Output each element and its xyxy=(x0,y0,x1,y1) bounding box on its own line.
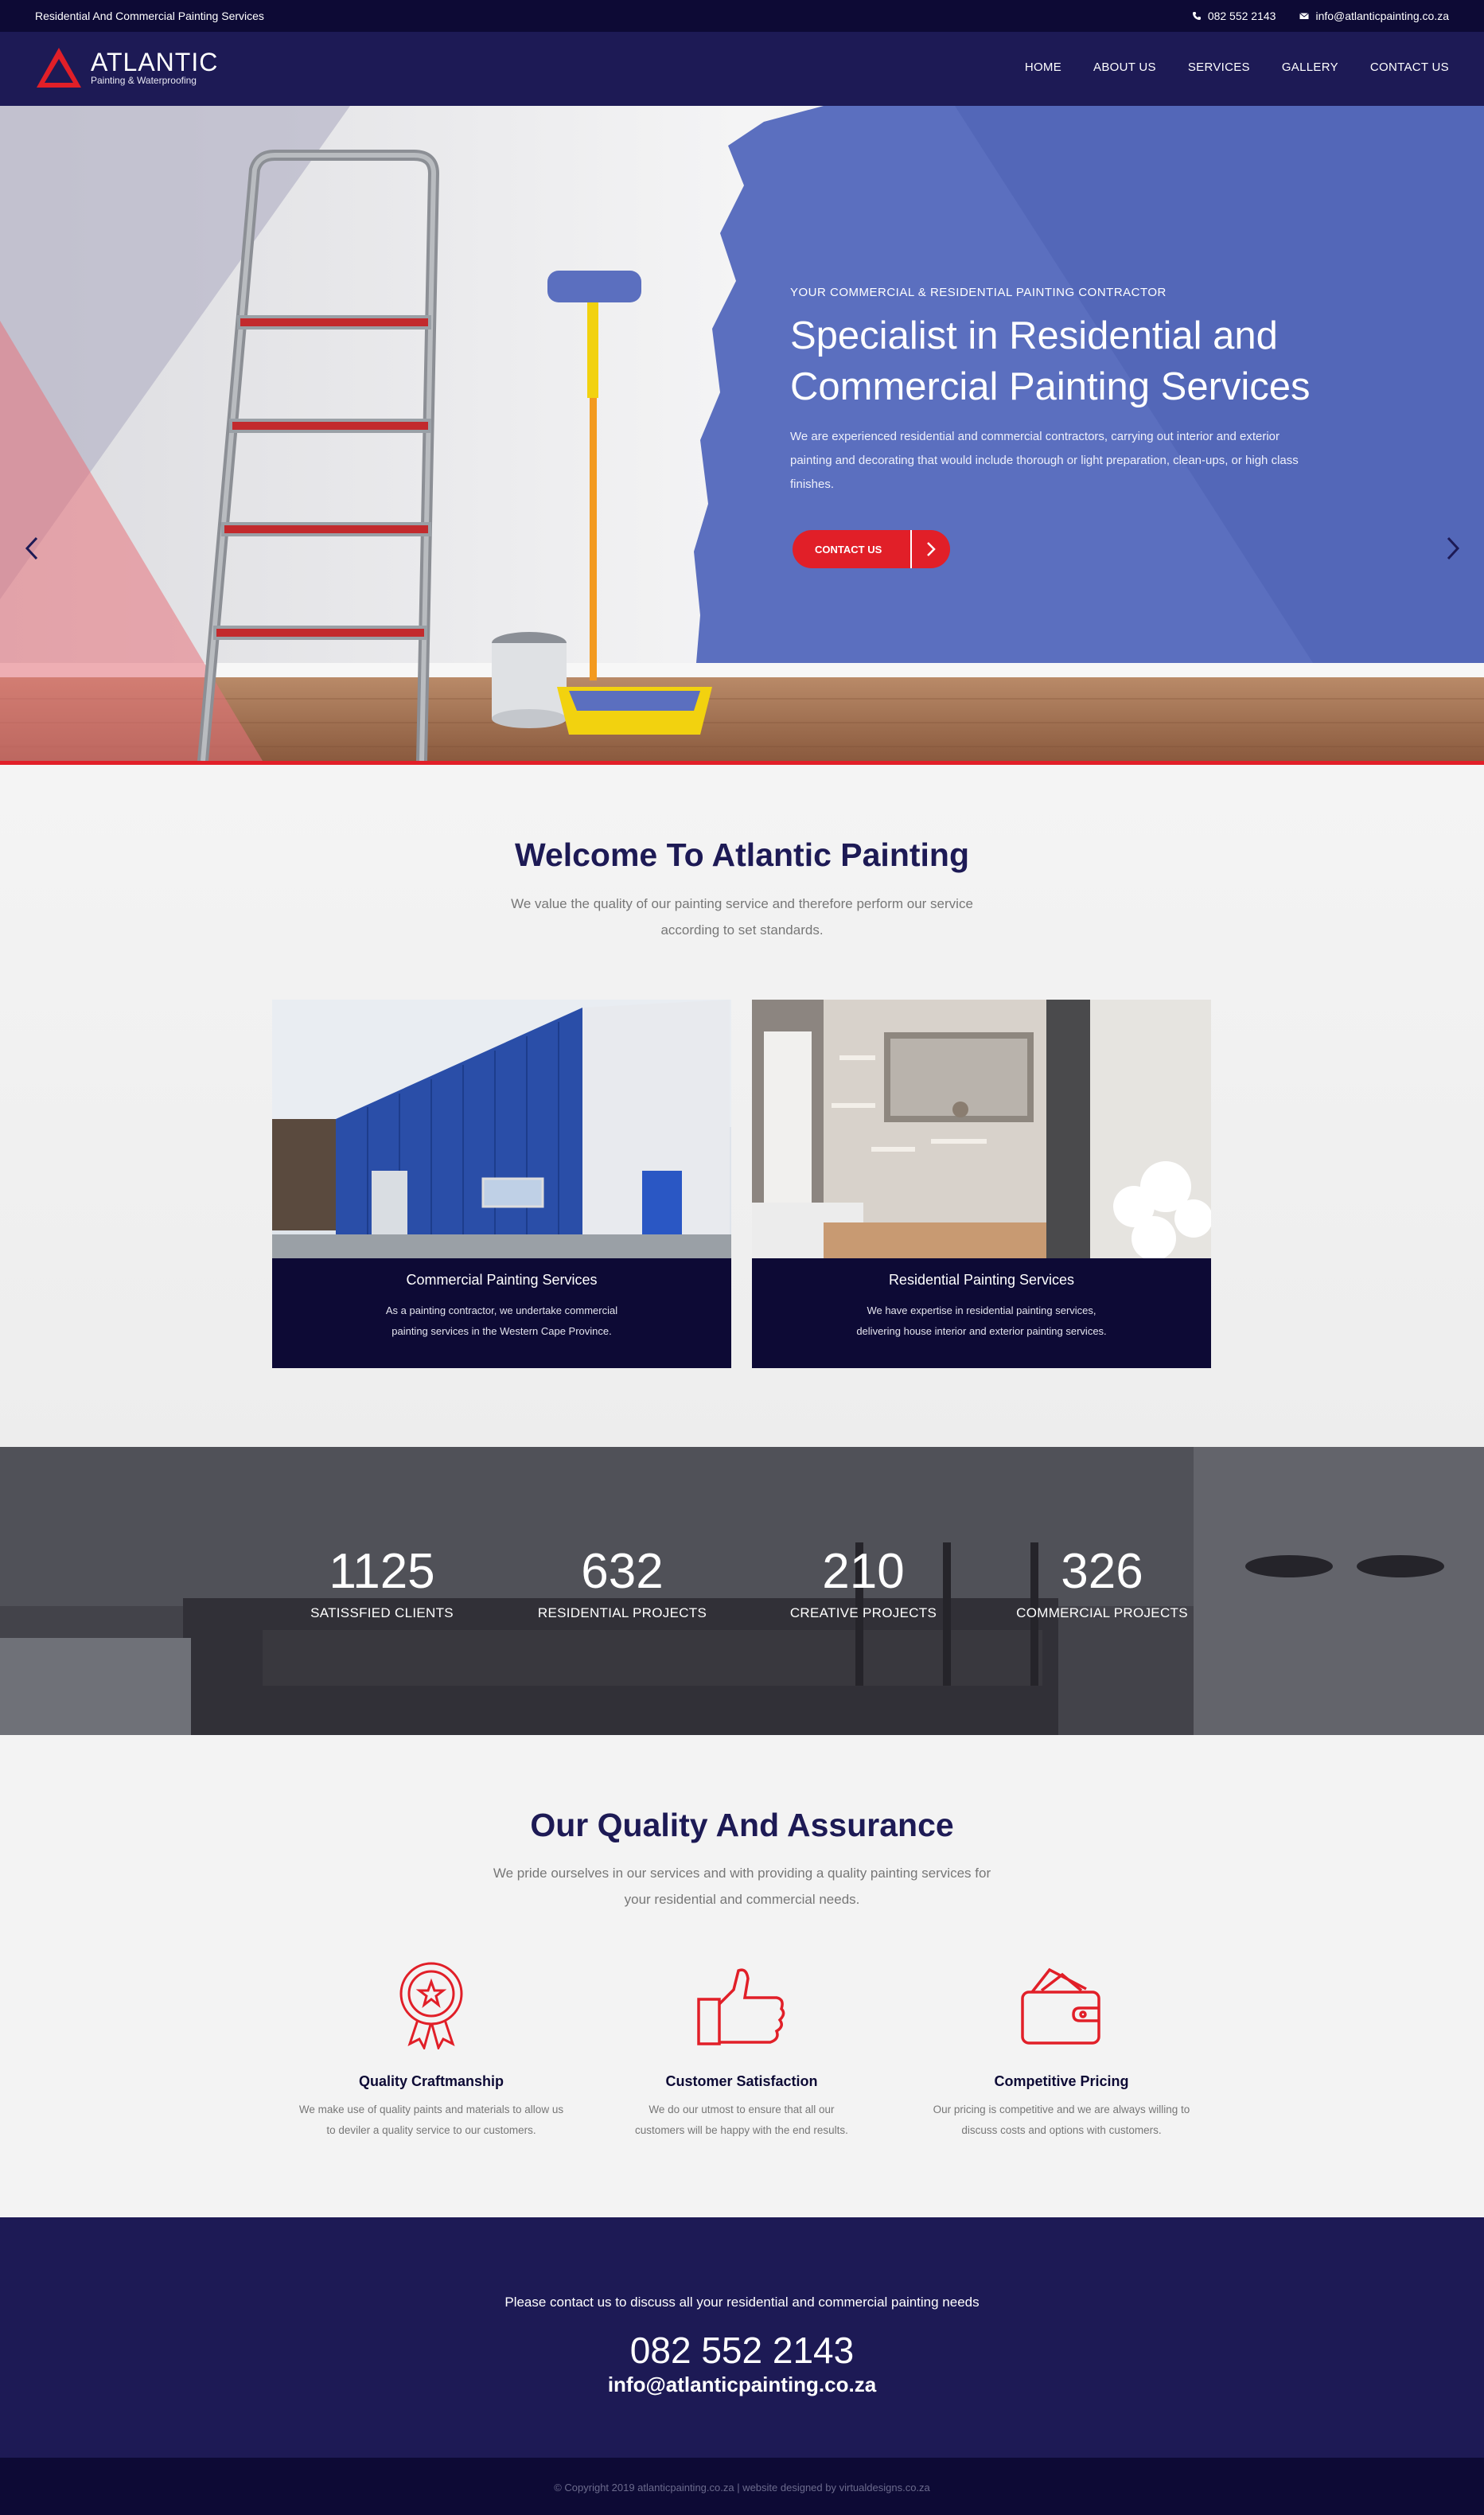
stat-value: 632 xyxy=(581,1544,664,1599)
contact-cta-section: Please contact us to discuss all your re… xyxy=(0,2217,1484,2458)
feature-title: Quality Craftmanship xyxy=(358,2073,504,2089)
logo-name: ATLANTIC xyxy=(91,48,219,76)
footer-copyright: © Copyright 2019 atlanticpainting.co.za … xyxy=(554,2482,930,2494)
nav-about-us[interactable]: ABOUT US xyxy=(1093,60,1156,74)
card-description: As a painting contractor, we undertake c… xyxy=(272,1300,731,1342)
chevron-right-icon xyxy=(912,541,950,557)
top-bar: Residential And Commercial Painting Serv… xyxy=(0,0,1484,32)
hero-title-line2: Commercial Painting Services xyxy=(790,365,1311,408)
site-logo[interactable]: ATLANTIC Painting & Waterproofing xyxy=(35,46,218,89)
stat-value: 210 xyxy=(822,1544,905,1599)
stat-creative-projects: 210 CREATIVE PROJECTS xyxy=(768,1546,959,1621)
top-tagline: Residential And Commercial Painting Serv… xyxy=(35,10,264,22)
feature-description-line2: customers will be happy with the end res… xyxy=(635,2124,848,2136)
card-description-line1: We have expertise in residential paintin… xyxy=(867,1304,1096,1316)
logo-triangle-icon xyxy=(37,48,81,88)
card-description-line2: delivering house interior and exterior p… xyxy=(856,1325,1107,1337)
commercial-service-card[interactable]: Commercial Painting Services As a painti… xyxy=(272,1000,731,1368)
hero-title-line1: Specialist in Residential and xyxy=(790,314,1278,357)
main-nav: HOME ABOUT US SERVICES GALLERY CONTACT U… xyxy=(1025,60,1449,74)
feature-description-line1: Our pricing is competitive and we are al… xyxy=(933,2104,1190,2115)
hero-contact-button[interactable]: CONTACT US xyxy=(793,530,950,568)
card-title: Residential Painting Services xyxy=(888,1272,1075,1288)
top-email-link[interactable]: info@atlanticpainting.co.za xyxy=(1299,10,1449,22)
cta-text: Please contact us to discuss all your re… xyxy=(504,2295,980,2310)
main-header: ATLANTIC Painting & Waterproofing HOME A… xyxy=(0,32,1484,106)
feature-description-line1: We do our utmost to ensure that all our xyxy=(649,2104,835,2115)
quality-section: Our Quality And Assurance We pride ourse… xyxy=(0,1735,1484,2217)
nav-contact-us[interactable]: CONTACT US xyxy=(1370,60,1449,74)
card-description-line2: painting services in the Western Cape Pr… xyxy=(391,1325,612,1337)
card-title: Commercial Painting Services xyxy=(406,1272,598,1288)
stat-value: 326 xyxy=(1061,1544,1143,1599)
welcome-title: Welcome To Atlantic Painting xyxy=(514,836,970,873)
cta-phone-link[interactable]: 082 552 2143 xyxy=(0,2329,1484,2372)
card-description-line1: As a painting contractor, we undertake c… xyxy=(385,1304,618,1316)
quality-subtitle-line1: We pride ourselves in our services and w… xyxy=(493,1866,991,1881)
hero-kicker: YOUR COMMERCIAL & RESIDENTIAL PAINTING C… xyxy=(790,286,1167,299)
envelope-icon xyxy=(1299,13,1310,19)
stat-label: COMMERCIAL PROJECTS xyxy=(1016,1605,1188,1620)
stat-label: SATISSFIED CLIENTS xyxy=(310,1605,454,1620)
stat-label: CREATIVE PROJECTS xyxy=(789,1605,937,1620)
top-phone-link[interactable]: 082 552 2143 xyxy=(1192,10,1276,22)
welcome-subtitle-line2: according to set standards. xyxy=(660,922,824,938)
stat-label: RESIDENTIAL PROJECTS xyxy=(537,1605,707,1620)
welcome-subtitle-line1: We value the quality of our painting ser… xyxy=(511,896,973,911)
chevron-right-icon xyxy=(1447,536,1460,560)
feature-description-line2: discuss costs and options with customers… xyxy=(961,2124,1162,2136)
feature-description: We make use of quality paints and materi… xyxy=(280,2100,582,2141)
stats-section: 1125 SATISSFIED CLIENTS 632 RESIDENTIAL … xyxy=(0,1447,1484,1735)
residential-service-card[interactable]: Residential Painting Services We have ex… xyxy=(752,1000,1211,1368)
feature-title: Competitive Pricing xyxy=(994,2073,1129,2089)
welcome-section: Welcome To Atlantic Painting We value th… xyxy=(0,765,1484,1447)
hero-slider: YOUR COMMERCIAL & RESIDENTIAL PAINTING C… xyxy=(0,106,1484,761)
top-email-text: info@atlanticpainting.co.za xyxy=(1315,10,1449,22)
feature-quality-craftmanship: Quality Craftmanship We make use of qual… xyxy=(280,1946,582,2141)
nav-home[interactable]: HOME xyxy=(1025,60,1061,74)
feature-description-line2: to deviler a quality service to our cust… xyxy=(326,2124,536,2136)
phone-icon xyxy=(1192,12,1201,20)
card-description: We have expertise in residential paintin… xyxy=(752,1300,1211,1342)
hero-contact-button-label: CONTACT US xyxy=(815,543,882,556)
top-contact: 082 552 2143 info@atlanticpainting.co.za xyxy=(1192,10,1449,22)
thumbs-up-icon xyxy=(697,1968,785,2045)
hero-description: We are experienced residential and comme… xyxy=(790,430,1299,491)
feature-title: Customer Satisfaction xyxy=(665,2073,818,2089)
top-phone-text: 082 552 2143 xyxy=(1207,10,1276,22)
award-ribbon-icon xyxy=(399,1962,463,2049)
site-footer: © Copyright 2019 atlanticpainting.co.za … xyxy=(0,2458,1484,2515)
stat-residential-projects: 632 RESIDENTIAL PROJECTS xyxy=(527,1546,718,1621)
nav-gallery[interactable]: GALLERY xyxy=(1282,60,1338,74)
residential-interior-image xyxy=(752,1000,1211,1258)
slider-next-arrow[interactable] xyxy=(1443,534,1463,563)
chevron-left-icon xyxy=(25,536,38,560)
slider-prev-arrow[interactable] xyxy=(21,534,42,563)
welcome-subtitle: We value the quality of our painting ser… xyxy=(0,891,1484,943)
quality-subtitle: We pride ourselves in our services and w… xyxy=(0,1860,1484,1913)
nav-services[interactable]: SERVICES xyxy=(1188,60,1250,74)
stat-value: 1125 xyxy=(329,1544,435,1599)
feature-customer-satisfaction: Customer Satisfaction We do our utmost t… xyxy=(590,1946,893,2141)
stat-commercial-projects: 326 COMMERCIAL PROJECTS xyxy=(1007,1546,1198,1621)
cta-email-link[interactable]: info@atlanticpainting.co.za xyxy=(0,2373,1484,2397)
feature-competitive-pricing: Competitive Pricing Our pricing is compe… xyxy=(910,1946,1213,2141)
feature-description: We do our utmost to ensure that all our … xyxy=(590,2100,893,2141)
wallet-money-icon xyxy=(1021,1967,1100,2045)
hero-title: Specialist in Residential and Commercial… xyxy=(790,310,1395,412)
stat-satisfied-clients: 1125 SATISSFIED CLIENTS xyxy=(286,1546,477,1621)
feature-description-line1: We make use of quality paints and materi… xyxy=(298,2104,564,2115)
logo-subtitle: Painting & Waterproofing xyxy=(91,75,197,86)
commercial-building-image xyxy=(272,1000,731,1258)
quality-title: Our Quality And Assurance xyxy=(530,1807,954,1843)
stats-background-image xyxy=(0,1447,1484,1735)
hero-content: YOUR COMMERCIAL & RESIDENTIAL PAINTING C… xyxy=(790,286,1395,568)
quality-subtitle-line2: your residential and commercial needs. xyxy=(624,1892,860,1907)
feature-description: Our pricing is competitive and we are al… xyxy=(910,2100,1213,2141)
